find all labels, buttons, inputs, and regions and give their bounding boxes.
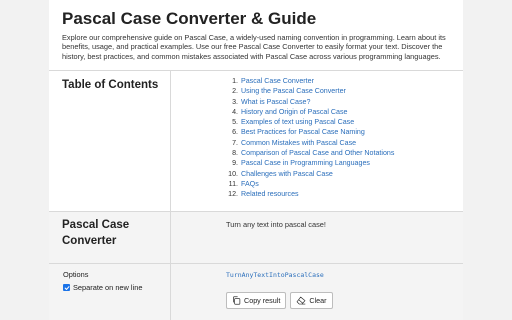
toc-item-number: 10.: [228, 169, 238, 178]
check-icon: [64, 285, 69, 290]
toc-item-number: 4.: [232, 107, 238, 116]
toc-item: 4. History and Origin of Pascal Case: [226, 107, 394, 117]
toc-item: 7. Common Mistakes with Pascal Case: [226, 138, 394, 148]
toc-link[interactable]: Using the Pascal Case Converter: [241, 87, 346, 95]
converter-left-cell: Pascal Case Converter: [49, 212, 171, 263]
toc-item: 12. Related resources: [226, 189, 394, 199]
action-buttons: Copy result Clear: [226, 292, 333, 309]
toc-item: 8. Comparison of Pascal Case and Other No…: [226, 148, 394, 158]
options-right-cell: TurnAnyTextIntoPascalCase Copy result Cl…: [171, 264, 463, 320]
toc-link[interactable]: Related resources: [241, 190, 299, 198]
toc-item: 10. Challenges with Pascal Case: [226, 169, 394, 179]
toc-link[interactable]: Pascal Case in Programming Languages: [241, 159, 370, 167]
toc-link[interactable]: FAQs: [241, 180, 259, 188]
toc-item: 5. Examples of text using Pascal Case: [226, 117, 394, 127]
toc-item-number: 3.: [232, 97, 238, 106]
separate-newline-checkbox[interactable]: [63, 284, 70, 291]
toc-left-cell: Table of Contents: [49, 71, 171, 211]
toc-item-number: 5.: [232, 118, 238, 127]
toc-section: Table of Contents 1. Pascal Case Converte…: [49, 70, 463, 211]
converter-title: Pascal Case Converter: [62, 219, 130, 247]
separate-newline-option[interactable]: Separate on new line: [63, 283, 142, 292]
toc-item-number: 11.: [228, 179, 238, 188]
copy-result-label: Copy result: [244, 296, 281, 305]
clear-button[interactable]: Clear: [290, 292, 333, 309]
toc-item-number: 12.: [228, 190, 238, 199]
toc-item-number: 2.: [232, 87, 238, 96]
clear-label: Clear: [309, 296, 327, 305]
options-section: Options Separate on new line TurnAnyText…: [49, 263, 463, 320]
toc-item: 6. Best Practices for Pascal Case Naming: [226, 127, 394, 137]
toc-link[interactable]: History and Origin of Pascal Case: [241, 108, 347, 116]
converter-input[interactable]: Turn any text into pascal case!: [226, 220, 326, 229]
eraser-icon: [297, 296, 306, 305]
toc-link[interactable]: Challenges with Pascal Case: [241, 170, 333, 178]
converter-output: TurnAnyTextIntoPascalCase: [226, 271, 324, 279]
toc-link[interactable]: Common Mistakes with Pascal Case: [241, 139, 356, 147]
toc-item-number: 6.: [232, 128, 238, 137]
toc-title: Table of Contents: [62, 79, 159, 91]
page-title: Pascal Case Converter & Guide: [62, 9, 317, 28]
toc-right-cell: 1. Pascal Case Converter 2. Using the Pasca…: [171, 71, 463, 211]
converter-right-cell[interactable]: Turn any text into pascal case!: [171, 212, 463, 263]
toc-item: 11. FAQs: [226, 179, 394, 189]
toc-item: 3. What is Pascal Case?: [226, 97, 394, 107]
converter-section: Pascal Case Converter Turn any text into…: [49, 211, 463, 263]
copy-result-button[interactable]: Copy result: [226, 292, 287, 309]
toc-link[interactable]: Best Practices for Pascal Case Naming: [241, 128, 365, 136]
toc-list: 1. Pascal Case Converter 2. Using the Pasca…: [226, 76, 394, 200]
toc-link[interactable]: Examples of text using Pascal Case: [241, 118, 354, 126]
toc-item-number: 7.: [232, 138, 238, 147]
toc-link[interactable]: What is Pascal Case?: [241, 98, 310, 106]
options-left-cell: Options Separate on new line: [49, 264, 171, 320]
toc-link[interactable]: Pascal Case Converter: [241, 77, 314, 85]
toc-item: 2. Using the Pascal Case Converter: [226, 86, 394, 96]
separate-newline-label: Separate on new line: [73, 283, 143, 292]
page: Pascal Case Converter & Guide Explore ou…: [49, 0, 463, 320]
toc-item-number: 9.: [232, 159, 238, 168]
options-label: Options: [63, 270, 89, 279]
toc-item: 1. Pascal Case Converter: [226, 76, 394, 86]
copy-icon: [233, 296, 241, 305]
intro-paragraph: Explore our comprehensive guide on Pasca…: [62, 33, 446, 61]
toc-item-number: 8.: [232, 149, 238, 158]
toc-item-number: 1.: [232, 77, 238, 85]
toc-item: 9. Pascal Case in Programming Languages: [226, 158, 394, 168]
toc-link[interactable]: Comparison of Pascal Case and Other Nota…: [241, 149, 394, 157]
